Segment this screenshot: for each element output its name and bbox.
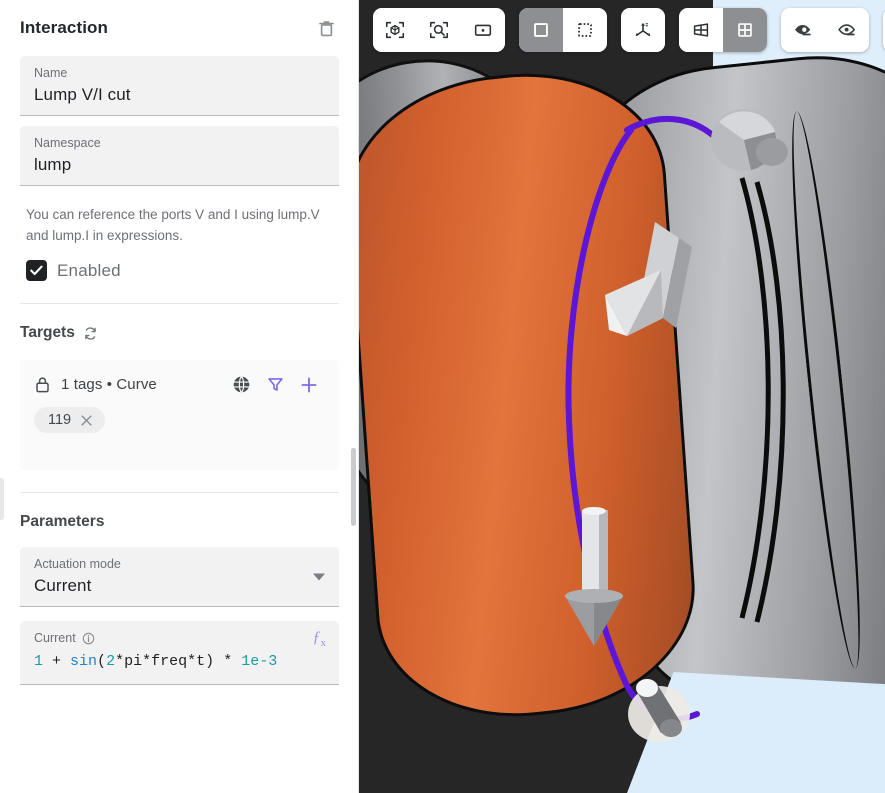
info-icon[interactable] — [82, 632, 95, 645]
targets-actions — [231, 374, 325, 395]
expr-token: * — [214, 653, 242, 670]
refresh-icon[interactable] — [83, 326, 98, 341]
viewport-toolbar: 5 — [373, 8, 885, 52]
zoom-to-selection-button[interactable] — [417, 8, 461, 52]
current-expression-code[interactable]: 1 + sin(2*pi*freq*t) * 1e-3 — [34, 650, 325, 674]
targets-card: 1 tags • Curve 119 — [20, 360, 339, 470]
chevron-down-icon[interactable] — [313, 573, 325, 580]
targets-summary: 1 tags • Curve — [61, 376, 157, 393]
parameters-title: Parameters — [20, 513, 105, 530]
filter-icon[interactable] — [266, 375, 285, 394]
close-icon[interactable] — [80, 414, 93, 427]
target-chip[interactable]: 119 — [34, 407, 106, 433]
expr-token: t — [196, 653, 206, 670]
delete-interaction-button[interactable] — [313, 15, 339, 41]
targets-title: Targets — [20, 324, 75, 341]
axis-gizmo-icon — [635, 22, 651, 37]
plus-icon-glyph — [301, 377, 317, 392]
globe-icon[interactable] — [231, 374, 252, 395]
expr-token: 1e-3 — [241, 653, 278, 670]
filter-icon-glyph — [268, 378, 283, 391]
flat-grid-icon — [738, 23, 752, 37]
box-select-dashed-icon — [578, 23, 592, 37]
close-icon-glyph — [81, 414, 92, 426]
expr-token: 1 — [34, 653, 44, 670]
expr-token: 2 — [106, 653, 116, 670]
target-chip-list: 119 — [34, 407, 325, 433]
current-expression-header: Current — [34, 630, 325, 646]
expr-token: * — [187, 653, 197, 670]
targets-summary-row: 1 tags • Curve — [34, 374, 325, 395]
toolbar-group-selection-tools — [519, 8, 607, 52]
actuation-mode-label: Actuation mode — [34, 557, 121, 571]
fx-icon[interactable]: ƒx — [313, 629, 327, 649]
expr-token: ) — [205, 653, 215, 670]
expr-token: + — [43, 653, 71, 670]
info-icon-glyph — [82, 632, 94, 644]
actuation-mode-select[interactable]: Actuation mode Current — [20, 547, 339, 607]
name-field-label: Name — [34, 66, 68, 80]
current-expression-label: Current — [34, 631, 76, 645]
eye-show-button[interactable] — [825, 8, 869, 52]
axis-gizmo-button[interactable] — [621, 8, 665, 52]
perspective-grid-icon — [693, 23, 709, 37]
refresh-icon-glyph — [85, 326, 96, 340]
target-chip-label: 119 — [48, 412, 72, 428]
expr-token: sin — [70, 653, 98, 670]
perspective-grid-button[interactable] — [679, 8, 723, 52]
properties-sidebar: Interaction Name Lump V/I cut Namespace … — [0, 0, 359, 793]
targets-section: Targets 1 tags • Curve 119 — [0, 304, 359, 470]
toolbar-group-visibility-tools — [781, 8, 869, 52]
expr-token: freq — [151, 653, 188, 670]
fit-to-view-icon — [385, 21, 405, 39]
page-title: Interaction — [20, 18, 109, 37]
ports-hint-text: You can reference the ports V and I usin… — [26, 207, 320, 243]
globe-icon-glyph — [233, 376, 250, 393]
sidebar-scrollbar[interactable] — [351, 448, 356, 526]
application-window: Interaction Name Lump V/I cut Namespace … — [0, 0, 885, 793]
targets-header: Targets — [20, 304, 339, 342]
parameters-header: Parameters — [20, 493, 339, 531]
enabled-label: Enabled — [57, 260, 121, 280]
fit-to-view-button[interactable] — [373, 8, 417, 52]
name-field-value[interactable]: Lump V/I cut — [34, 83, 325, 107]
toolbar-group-grid-tools — [679, 8, 767, 52]
eye-hide-button[interactable] — [781, 8, 825, 52]
eye-hide-icon — [795, 25, 811, 36]
model-copper-coil — [359, 58, 703, 732]
zoom-to-selection-icon — [429, 21, 449, 39]
eye-show-icon — [838, 24, 856, 36]
check-icon — [30, 265, 43, 276]
flat-grid-button[interactable] — [723, 8, 767, 52]
box-select-solid-icon — [534, 23, 548, 37]
namespace-field[interactable]: Namespace lump — [20, 126, 339, 186]
enabled-checkbox-row[interactable]: Enabled — [20, 246, 339, 281]
enabled-checkbox[interactable] — [26, 260, 47, 281]
parameters-section: Parameters Actuation mode Current Curren… — [0, 493, 359, 685]
namespace-field-label: Namespace — [34, 136, 101, 150]
toolbar-group-axis-tools — [621, 8, 665, 52]
expr-token: * — [142, 653, 152, 670]
expr-token: ( — [97, 653, 107, 670]
plus-icon[interactable] — [299, 375, 319, 395]
namespace-field-value[interactable]: lump — [34, 153, 325, 177]
lock-icon[interactable] — [34, 375, 52, 394]
box-select-solid-button[interactable] — [519, 8, 563, 52]
panel-header: Interaction — [0, 0, 359, 56]
expr-token: * — [115, 653, 125, 670]
viewport-frame-button[interactable] — [461, 8, 505, 52]
actuation-mode-value: Current — [34, 576, 92, 595]
sidebar-left-handle[interactable] — [0, 478, 4, 520]
current-expression-field[interactable]: Current ƒx 1 + sin(2*pi*freq*t) * 1e-3 — [20, 621, 339, 685]
trash-icon — [318, 20, 334, 36]
viewport-3d[interactable]: 5 — [359, 0, 885, 793]
name-field[interactable]: Name Lump V/I cut — [20, 56, 339, 116]
viewport-frame-icon — [474, 24, 492, 36]
lock-icon-glyph — [36, 377, 49, 393]
sidebar-content: Name Lump V/I cut Namespace lump You can… — [0, 56, 359, 281]
toolbar-group-view-tools — [373, 8, 505, 52]
expr-token: pi — [124, 653, 143, 670]
box-select-dashed-button[interactable] — [563, 8, 607, 52]
